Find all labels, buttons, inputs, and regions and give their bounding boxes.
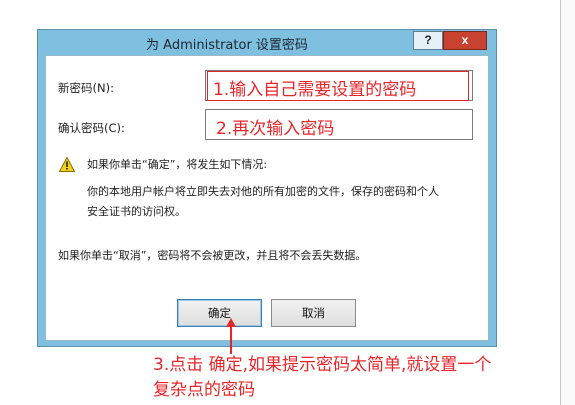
warning-detail-line1: 你的本地用户帐户将立即失去对他的所有加密的文件，保存的密码和个人	[87, 185, 439, 198]
help-button[interactable]: ?	[413, 31, 443, 50]
confirm-password-label: 确认密码(C):	[58, 121, 125, 135]
warning-icon	[59, 157, 75, 172]
page-edge	[560, 0, 575, 405]
cancel-note: 如果你单击“取消”，密码将不会被更改，并且将不会丢失数据。	[58, 249, 367, 262]
new-password-label: 新密码(N):	[58, 81, 114, 95]
close-button[interactable]: x	[443, 31, 487, 50]
title-bar[interactable]: 为 Administrator 设置密码 ? x	[38, 30, 496, 54]
annotation-step2: 2.再次输入密码	[216, 119, 335, 139]
warning-heading: 如果你单击“确定”，将发生如下情况:	[87, 158, 268, 171]
warning-detail-line2: 安全证书的访问权。	[87, 205, 186, 218]
annotation-step3-line2: 复杂点的密码	[153, 380, 255, 400]
cancel-button[interactable]: 取消	[271, 299, 356, 327]
screenshot-stage: 为 Administrator 设置密码 ? x 新密码(N): 确认密码(C)…	[0, 0, 575, 405]
annotation-step3-line1: 3.点击 确定,如果提示密码太简单,就设置一个	[153, 355, 492, 375]
annotation-step1: 1.输入自己需要设置的密码	[213, 80, 417, 100]
window-title: 为 Administrator 设置密码	[146, 38, 308, 53]
